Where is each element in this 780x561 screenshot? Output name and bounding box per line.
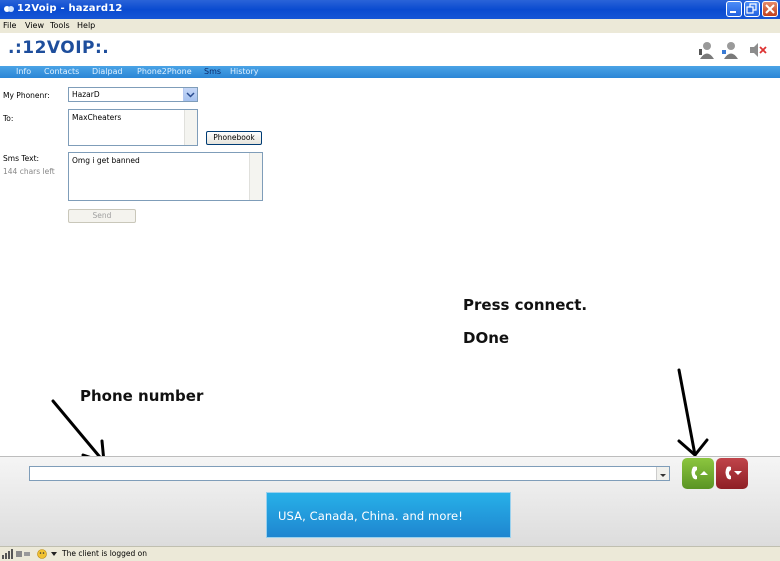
menu-help[interactable]: Help [77, 21, 95, 30]
contact-icon[interactable] [697, 40, 715, 60]
close-icon [765, 4, 775, 14]
annotation-done: DOne [463, 329, 510, 347]
menu-view[interactable]: View [25, 21, 44, 30]
tab-contacts[interactable]: Contacts [44, 67, 79, 76]
to-field[interactable]: MaxCheaters [68, 109, 198, 146]
sms-textarea[interactable]: Omg i get banned [68, 152, 263, 201]
logo: .:12VOIP:. [8, 38, 109, 58]
arrow-to-phone-input [51, 399, 106, 464]
annotation-press-connect: Press connect. [463, 296, 588, 314]
send-button[interactable]: Send [68, 209, 136, 223]
to-scrollbar[interactable] [184, 110, 197, 145]
window-title: 12Voip - hazard12 [17, 3, 123, 14]
tab-info[interactable]: Info [16, 67, 31, 76]
title-bar[interactable]: 12Voip - hazard12 [0, 0, 780, 19]
sms-scrollbar[interactable] [249, 153, 262, 200]
phonenr-label: My Phonenr: [3, 91, 50, 100]
menu-file[interactable]: File [3, 21, 16, 30]
connect-button[interactable] [682, 458, 714, 489]
hangup-button[interactable] [716, 458, 748, 489]
logo-text: .:12VOIP:. [8, 38, 110, 58]
add-contact-icon[interactable] [721, 40, 739, 60]
app-header [0, 33, 780, 66]
annotation-phone-number: Phone number [80, 387, 204, 405]
tab-dialpad[interactable]: Dialpad [92, 67, 123, 76]
phonenr-value: HazarD [72, 90, 100, 99]
to-value: MaxCheaters [72, 113, 122, 122]
restore-icon [746, 3, 757, 14]
tab-phone2phone[interactable]: Phone2Phone [137, 67, 192, 76]
phonebook-button[interactable]: Phonebook [206, 131, 262, 145]
status-smiley-icon[interactable] [37, 549, 59, 559]
hangup-icon [725, 466, 742, 480]
status-bar: The client is logged on [0, 546, 780, 561]
restore-button[interactable] [744, 1, 760, 17]
tab-sms[interactable]: Sms [204, 67, 221, 76]
status-text: The client is logged on [62, 549, 147, 558]
nav-tabs: Info Contacts Dialpad Phone2Phone Sms Hi… [0, 66, 780, 78]
to-label: To: [3, 114, 14, 123]
dropdown-arrow[interactable] [183, 88, 197, 101]
signal-icon [2, 549, 30, 559]
arrow-to-connect [677, 368, 709, 457]
phone-number-input[interactable] [29, 466, 670, 481]
tab-history[interactable]: History [230, 67, 258, 76]
minimize-button[interactable] [726, 1, 742, 17]
chars-left: 144 chars left [3, 167, 55, 176]
sms-value: Omg i get banned [72, 156, 140, 165]
sms-label: Sms Text: [3, 154, 40, 163]
close-button[interactable] [762, 1, 778, 17]
chevron-down-icon [186, 92, 195, 98]
minimize-icon [730, 11, 736, 13]
phonenr-select[interactable]: HazarD [68, 87, 198, 102]
menu-bar: File View Tools Help [0, 19, 780, 33]
phone-call-icon [691, 466, 708, 480]
menu-tools[interactable]: Tools [50, 21, 70, 30]
promo-banner[interactable]: USA, Canada, China. and more! [266, 492, 511, 538]
banner-text: USA, Canada, China. and more! [278, 509, 463, 523]
app-icon [4, 6, 14, 12]
mute-icon[interactable] [748, 42, 768, 58]
phone-dropdown-arrow[interactable] [656, 467, 669, 480]
chevron-down-icon [660, 474, 666, 477]
